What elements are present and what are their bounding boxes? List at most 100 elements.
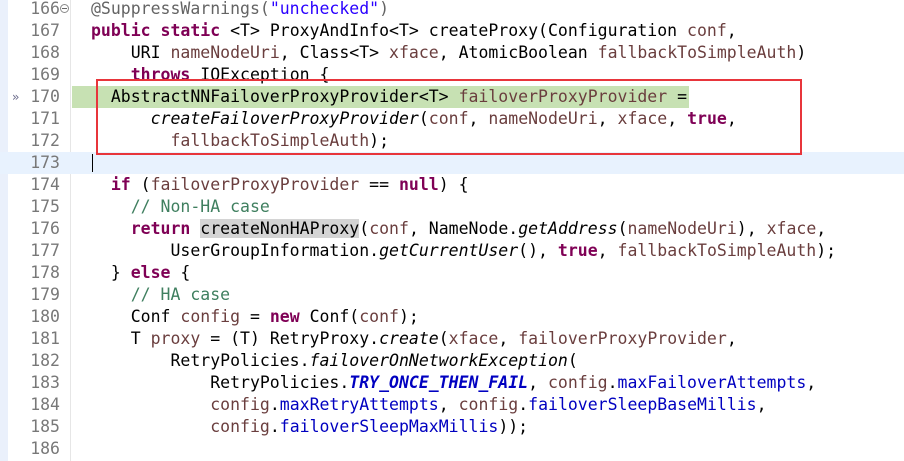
code-token: ,: [756, 395, 767, 414]
code-text: } else {: [91, 262, 191, 284]
code-token: ));: [498, 417, 529, 436]
code-token: Conf(: [299, 307, 360, 326]
code-token: fallbackToSimpleAuth: [617, 241, 817, 260]
line-number: 180: [30, 307, 60, 326]
code-line[interactable]: 177 UserGroupInformation.getCurrentUser(…: [0, 240, 904, 262]
code-line[interactable]: 186: [0, 438, 904, 460]
line-number: 176: [30, 219, 60, 238]
code-token: T: [91, 329, 151, 348]
code-line[interactable]: 185 config.failoverSleepMaxMillis));: [0, 416, 904, 438]
code-token: throws: [130, 65, 191, 84]
code-token: failoverSleepBaseMillis: [528, 395, 757, 414]
code-token: fallbackToSimpleAuth: [597, 43, 797, 62]
code-token: getAddress: [518, 219, 618, 238]
code-token: ==: [359, 175, 399, 194]
code-token: ,: [528, 373, 548, 392]
code-token: Conf: [91, 307, 181, 326]
code-text: config.maxRetryAttempts, config.failover…: [91, 394, 767, 416]
code-line[interactable]: 181 T proxy = (T) RetryProxy.create(xfac…: [0, 328, 904, 350]
code-token: config: [458, 395, 519, 414]
code-line[interactable]: 167 public static <T> ProxyAndInfo<T> cre…: [0, 20, 904, 42]
line-number: 173: [30, 153, 60, 172]
code-token: config: [547, 373, 608, 392]
code-text: RetryPolicies.failoverOnNetworkException…: [91, 350, 578, 372]
line-number: 172: [30, 131, 60, 150]
line-number: 179: [30, 285, 60, 304]
code-token: ,: [726, 21, 737, 40]
code-text: return createNonHAProxy(conf, NameNode.g…: [91, 218, 826, 240]
code-token: conf: [369, 219, 409, 238]
code-token: TRY_ONCE_THEN_FAIL: [349, 373, 529, 392]
code-line[interactable]: 173: [0, 152, 904, 174]
code-token: ,: [468, 109, 489, 128]
line-number: 181: [30, 329, 60, 348]
code-token: <T> ProxyAndInfo<T> createProxy(Configur…: [220, 21, 688, 40]
code-token: ): [379, 0, 390, 18]
line-number: 186: [30, 439, 60, 458]
code-text: // HA case: [91, 284, 230, 306]
code-line[interactable]: 171 createFailoverProxyProvider(conf, na…: [0, 108, 904, 130]
code-line[interactable]: 175 // Non-HA case: [0, 196, 904, 218]
code-token: failoverSleepMaxMillis: [279, 417, 499, 436]
code-token: }: [91, 263, 131, 282]
line-number: 175: [30, 197, 60, 216]
code-text: fallbackToSimpleAuth);: [91, 130, 389, 152]
code-line[interactable]: 182 RetryPolicies.failoverOnNetworkExcep…: [0, 350, 904, 372]
code-line[interactable]: 183 RetryPolicies.TRY_ONCE_THEN_FAIL, co…: [0, 372, 904, 394]
code-text: Conf config = new Conf(conf);: [91, 306, 419, 328]
line-number: 185: [30, 417, 60, 436]
text-caret: [92, 154, 93, 172]
code-line[interactable]: 169 throws IOException {: [0, 64, 904, 86]
code-line[interactable]: » 170 AbstractNNFailoverProxyProvider<T> …: [0, 86, 904, 108]
code-line[interactable]: 168 URI nameNodeUri, Class<T> xface, Ato…: [0, 42, 904, 64]
code-line[interactable]: 178 } else {: [0, 262, 904, 284]
code-token: ,: [726, 109, 737, 128]
code-token: failoverProxyProvider: [150, 175, 360, 194]
code-token: ,: [816, 219, 827, 238]
code-line[interactable]: 174 if (failoverProxyProvider == null) {: [0, 174, 904, 196]
code-token: failoverProxyProvider: [458, 87, 668, 106]
code-token: conf: [687, 21, 727, 40]
fold-collapse-icon[interactable]: [60, 4, 69, 13]
code-token: getCurrentUser: [379, 241, 519, 260]
line-number: 168: [30, 43, 60, 62]
code-token: createNonHAProxy: [200, 219, 360, 238]
code-line[interactable]: 179 // HA case: [0, 284, 904, 306]
code-token: (: [418, 109, 429, 128]
code-token: );: [369, 131, 390, 150]
code-token: createFailoverProxyProvider: [150, 109, 419, 128]
code-token: ,: [597, 109, 618, 128]
code-token: RetryPolicies.: [91, 373, 350, 392]
code-token: , NameNode.: [408, 219, 519, 238]
code-line[interactable]: 180 Conf config = new Conf(conf);: [0, 306, 904, 328]
code-editor[interactable]: 166 @SuppressWarnings("unchecked") 167 publ…: [0, 0, 904, 461]
line-number: 167: [30, 21, 60, 40]
code-text: if (failoverProxyProvider == null) {: [91, 174, 469, 196]
code-line[interactable]: 176 return createNonHAProxy(conf, NameNo…: [0, 218, 904, 240]
code-token: );: [816, 241, 837, 260]
code-line[interactable]: 184 config.maxRetryAttempts, config.fail…: [0, 394, 904, 416]
line-number: 182: [30, 351, 60, 370]
code-token: .: [518, 395, 529, 414]
code-token: {: [170, 263, 191, 282]
code-text: AbstractNNFailoverProxyProvider<T> failo…: [91, 86, 687, 108]
code-token: .: [269, 417, 280, 436]
code-token: ,: [498, 329, 519, 348]
code-line[interactable]: 166 @SuppressWarnings("unchecked"): [0, 0, 904, 20]
code-token: // Non-HA case: [130, 197, 270, 216]
code-token: proxy: [150, 329, 201, 348]
code-token: .: [607, 373, 618, 392]
code-line[interactable]: 172 fallbackToSimpleAuth);: [0, 130, 904, 152]
code-token: failoverOnNetworkException: [309, 351, 568, 370]
code-token: (: [359, 219, 370, 238]
code-token: , Class<T>: [279, 43, 390, 62]
code-token: (: [567, 351, 578, 370]
code-token: conf: [359, 307, 399, 326]
